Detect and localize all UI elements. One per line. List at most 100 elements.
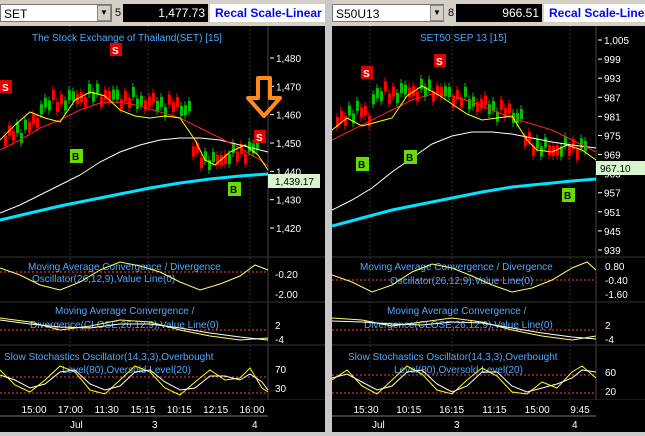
left-candle bbox=[120, 99, 123, 110]
right-candle bbox=[472, 96, 475, 107]
right-candle bbox=[404, 84, 407, 95]
left-time-label-6: 16:00 bbox=[239, 405, 264, 416]
right-candle bbox=[396, 92, 399, 103]
right-date-label-2: 4 bbox=[572, 420, 578, 431]
left-candle bbox=[12, 130, 15, 141]
right-time-label-4: 15:00 bbox=[525, 405, 550, 416]
right-y-tick-6: 969 bbox=[604, 151, 621, 162]
right-candle bbox=[508, 103, 511, 114]
left-macd2-title: Moving Average Convergence / bbox=[55, 306, 195, 317]
right-current-price-label: 967.10 bbox=[600, 164, 631, 175]
panel-separator[interactable] bbox=[325, 0, 332, 436]
right-candle bbox=[492, 100, 495, 111]
right-signal-sell-2[interactable]: S bbox=[434, 54, 446, 68]
left-time-label-3: 15:15 bbox=[130, 405, 155, 416]
right-candle bbox=[384, 81, 387, 92]
right-y-tick-3: 987 bbox=[604, 93, 621, 104]
left-signal-sell-3[interactable]: S bbox=[254, 130, 266, 144]
left-chart-panel: SET ▼ 5 1,477.73 Recal Scale-Linear The … bbox=[0, 0, 325, 436]
right-candle bbox=[408, 87, 411, 98]
right-macd-title: Moving Average Convergence / Divergence bbox=[360, 262, 553, 273]
left-time-label-2: 11:30 bbox=[95, 405, 120, 416]
left-candle bbox=[180, 105, 183, 116]
right-stoch-tick-1: 60 bbox=[605, 368, 617, 379]
right-y-tick-0: 1,005 bbox=[604, 36, 629, 47]
right-macd-tick-1: 0.80 bbox=[605, 262, 625, 273]
right-bottom-bar bbox=[332, 432, 645, 436]
left-candle bbox=[160, 96, 163, 107]
left-candle bbox=[100, 96, 103, 107]
left-macd2-tick-1: 2 bbox=[275, 321, 281, 332]
right-chart-area[interactable]: SET50 SEP 13 [15] 1,005 999 993 987 981 975 96… bbox=[332, 0, 645, 436]
right-candle bbox=[540, 146, 543, 157]
svg-text:S: S bbox=[112, 46, 119, 57]
right-macd2-title: Moving Average Convergence / bbox=[387, 306, 527, 317]
right-candle bbox=[500, 99, 503, 110]
left-time-label-5: 12:15 bbox=[203, 405, 228, 416]
left-candle bbox=[64, 100, 67, 111]
left-date-label-2: 4 bbox=[252, 420, 258, 431]
left-y-tick-3: 1,450 bbox=[276, 139, 301, 150]
left-candle bbox=[84, 96, 87, 107]
left-candle bbox=[56, 102, 59, 113]
left-candle bbox=[212, 151, 215, 162]
left-time-label-4: 10:15 bbox=[167, 405, 192, 416]
svg-text:B: B bbox=[564, 191, 571, 202]
left-candle bbox=[28, 122, 31, 133]
right-y-tick-2: 993 bbox=[604, 74, 621, 85]
left-candle bbox=[36, 117, 39, 128]
left-candle bbox=[124, 91, 127, 102]
left-macd2-tick-2: -4 bbox=[275, 335, 284, 346]
left-candle bbox=[188, 101, 191, 112]
right-signal-buy-1[interactable]: B bbox=[356, 157, 369, 171]
right-candle bbox=[544, 137, 547, 148]
left-candle bbox=[156, 100, 159, 111]
right-candle bbox=[480, 98, 483, 109]
left-candle bbox=[176, 97, 179, 108]
svg-text:B: B bbox=[358, 160, 365, 171]
right-candle bbox=[536, 138, 539, 149]
left-candle bbox=[168, 94, 171, 105]
right-signal-buy-2[interactable]: B bbox=[404, 150, 417, 164]
right-candle bbox=[528, 131, 531, 142]
right-signal-sell-1[interactable]: S bbox=[361, 66, 373, 80]
right-stoch-subtitle: Level(80),Oversold Level(20) bbox=[394, 365, 523, 376]
right-candle bbox=[580, 138, 583, 149]
right-time-label-2: 16:15 bbox=[439, 405, 464, 416]
right-candle bbox=[484, 95, 487, 106]
right-candle bbox=[348, 105, 351, 116]
left-time-label-0: 15:00 bbox=[21, 405, 46, 416]
left-stoch-tick-2: 30 bbox=[275, 384, 287, 395]
left-signal-buy-2[interactable]: B bbox=[228, 182, 241, 196]
left-candle bbox=[136, 98, 139, 109]
right-candle bbox=[520, 109, 523, 120]
left-chart-area[interactable]: The Stock Exchange of Thailand(SET) [15]… bbox=[0, 0, 325, 436]
right-macd-subtitle: Oscillator(26,12,9),Value Line(0) bbox=[390, 276, 533, 287]
left-bottom-bar bbox=[0, 432, 325, 436]
left-macd-subtitle: Oscillator(26,12,9),Value Line(0) bbox=[32, 274, 175, 285]
right-y-tick-4: 981 bbox=[604, 112, 621, 123]
right-y-tick-1: 999 bbox=[604, 55, 621, 66]
left-candle bbox=[148, 96, 151, 107]
right-candle bbox=[576, 149, 579, 160]
left-y-tick-5: 1,430 bbox=[276, 196, 301, 207]
left-y-tick-1: 1,470 bbox=[276, 82, 301, 93]
left-candle bbox=[48, 100, 51, 111]
left-signal-sell-1[interactable]: S bbox=[0, 80, 12, 94]
left-signal-buy-1[interactable]: B bbox=[70, 149, 83, 163]
right-candle bbox=[556, 145, 559, 156]
left-candle bbox=[112, 89, 115, 100]
right-candle bbox=[516, 112, 519, 123]
left-signal-sell-2[interactable]: S bbox=[110, 43, 122, 57]
right-candle bbox=[464, 86, 467, 97]
right-candle bbox=[356, 100, 359, 111]
right-chart-panel: S50U13 ▼ 8 966.51 Recal Scale-Linear SET… bbox=[332, 0, 645, 436]
svg-text:S: S bbox=[363, 69, 370, 80]
right-candle bbox=[568, 145, 571, 156]
left-stoch-title: Slow Stochastics Oscillator(14,3,3),Over… bbox=[4, 352, 214, 363]
left-candle bbox=[32, 114, 35, 125]
right-macd2-tick-1: 2 bbox=[605, 321, 611, 332]
left-candle bbox=[44, 97, 47, 108]
right-signal-buy-3[interactable]: B bbox=[562, 188, 575, 202]
left-candle bbox=[4, 135, 7, 146]
